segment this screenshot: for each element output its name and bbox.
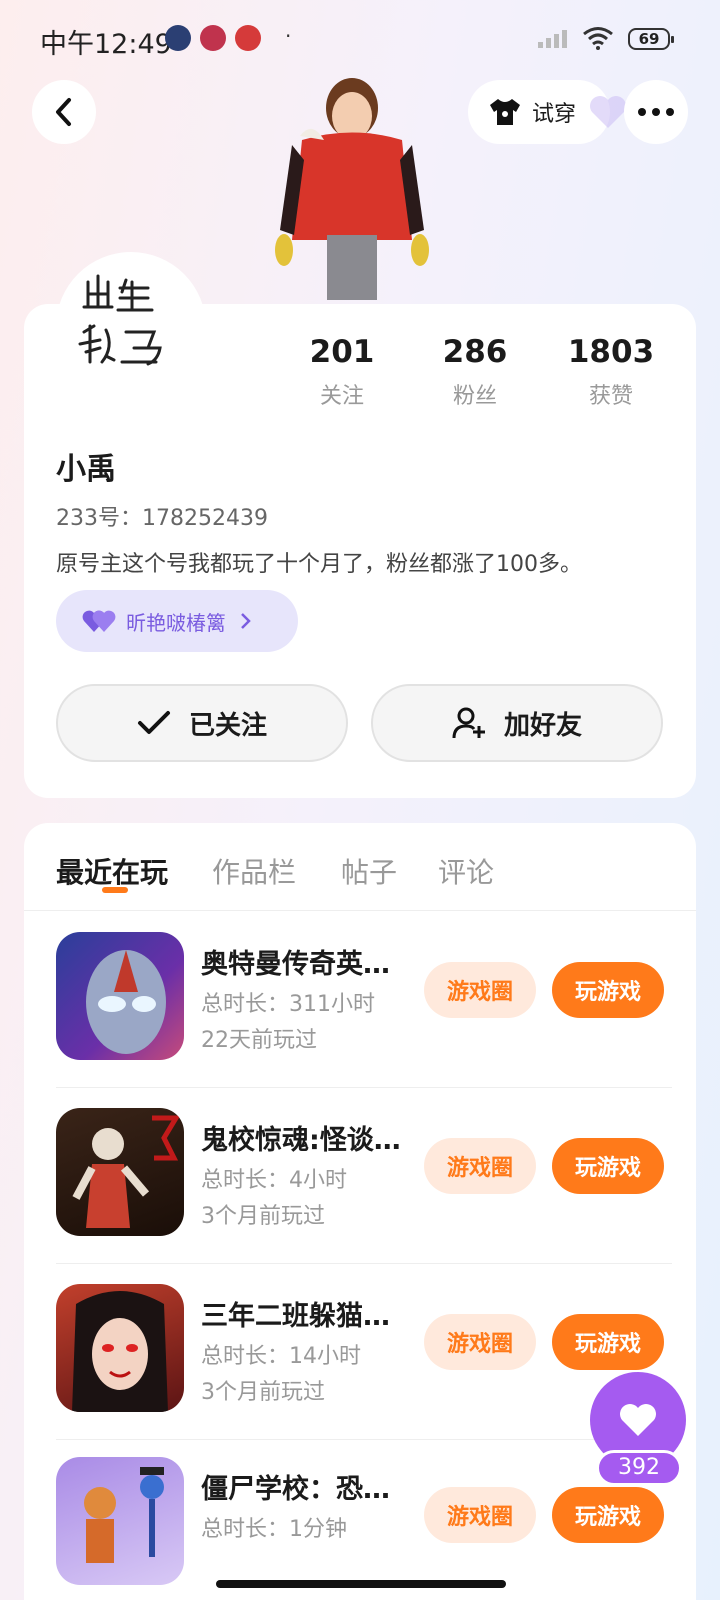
avatar-3d-character [275,78,429,300]
game-last-played: 3个月前玩过 [201,1204,325,1229]
game-circle-button[interactable]: 游戏圈 [424,1314,536,1370]
username: 小禹 [56,452,116,487]
stat-likes[interactable]: 1803 获赞 [541,334,681,410]
avatar[interactable] [56,252,206,402]
game-title: 三年二班躲猫… [201,1301,390,1332]
game-last-played: 3个月前玩过 [201,1380,325,1405]
home-indicator[interactable] [216,1580,506,1588]
play-game-button[interactable]: 玩游戏 [552,1138,664,1194]
signal-icon [538,30,567,48]
game-duration: 总时长：14小时 [201,1344,361,1369]
add-friend-label: 加好友 [503,710,582,741]
battery-indicator: 69 [628,28,674,50]
user-id: 233号：178252439 [56,506,268,531]
status-time: 中午12:49 [40,29,172,60]
game-icon-ghost-school [56,1108,184,1236]
stat-label: 关注 [319,384,364,409]
game-last-played: 22天前玩过 [201,1028,317,1053]
notification-app-icon [165,25,191,51]
more-dots-icon [638,108,674,116]
play-game-button[interactable]: 玩游戏 [552,1487,664,1543]
stat-value: 1803 [567,334,655,370]
followed-label: 已关注 [188,710,267,741]
back-arrow-icon [56,98,71,126]
stat-label: 获赞 [588,384,633,409]
stat-following[interactable]: 201 关注 [272,334,412,410]
tab-works[interactable]: 作品栏 [212,851,296,891]
game-title: 僵尸学校：恐… [201,1474,390,1505]
add-friend-button[interactable]: 加好友 [371,684,663,762]
notification-app-icon [235,25,261,51]
user-bio: 原号主这个号我都玩了十个月了，粉丝都涨了100多。 [56,552,582,577]
stat-label: 粉丝 [452,384,497,409]
checkmark-icon [137,711,170,734]
game-circle-button[interactable]: 游戏圈 [424,962,536,1018]
tab-recent-play[interactable]: 最近在玩 [56,851,168,891]
game-duration: 总时长：311小时 [201,992,375,1017]
game-row[interactable]: 三年二班躲猫… 总时长：14小时 3个月前玩过 游戏圈 玩游戏 [56,1264,672,1440]
game-circle-button[interactable]: 游戏圈 [424,1487,536,1543]
club-badge[interactable]: 昕艳啵椿篱 [56,590,298,652]
stat-value: 201 [309,334,375,370]
heart-decoration-icon [590,96,626,128]
back-button[interactable] [32,80,96,144]
game-icon-zombie-school [56,1457,184,1585]
wifi-icon [583,27,613,50]
game-row[interactable]: 奥特曼传奇英… 总时长：311小时 22天前玩过 游戏圈 玩游戏 [56,912,672,1088]
double-heart-icon [82,610,116,632]
game-title: 鬼校惊魂:怪谈… [201,1125,401,1156]
game-duration: 总时长：1分钟 [201,1517,347,1542]
game-circle-button[interactable]: 游戏圈 [424,1138,536,1194]
game-row[interactable]: 鬼校惊魂:怪谈… 总时长：4小时 3个月前玩过 游戏圈 玩游戏 [56,1088,672,1264]
active-tab-indicator [102,887,128,893]
stat-followers[interactable]: 286 粉丝 [405,334,545,410]
try-on-label: 试穿 [532,102,577,127]
play-game-button[interactable]: 玩游戏 [552,1314,664,1370]
followed-button[interactable]: 已关注 [56,684,348,762]
status-bar: 中午12:49 · 69 [0,0,720,78]
game-icon-hide-seek [56,1284,184,1412]
tshirt-icon [490,99,520,125]
more-options-button[interactable] [624,80,688,144]
tab-comments[interactable]: 评论 [438,851,494,891]
stat-value: 286 [442,334,508,370]
tabs-divider [24,910,696,911]
game-title: 奥特曼传奇英… [201,949,390,980]
notification-app-icon [200,25,226,51]
tab-posts[interactable]: 帖子 [341,851,397,891]
play-game-button[interactable]: 玩游戏 [552,962,664,1018]
chevron-right-icon [241,613,251,629]
handwritten-avatar-image [78,274,162,366]
like-count: 392 [596,1450,682,1486]
add-user-icon [452,707,485,739]
heart-icon [620,1404,656,1436]
game-icon-ultraman [56,932,184,1060]
notification-more-dot: · [285,24,292,48]
game-duration: 总时长：4小时 [201,1168,347,1193]
club-name: 昕艳啵椿篱 [126,610,226,635]
game-row[interactable]: 僵尸学校：恐… 总时长：1分钟 游戏圈 玩游戏 [56,1437,664,1600]
